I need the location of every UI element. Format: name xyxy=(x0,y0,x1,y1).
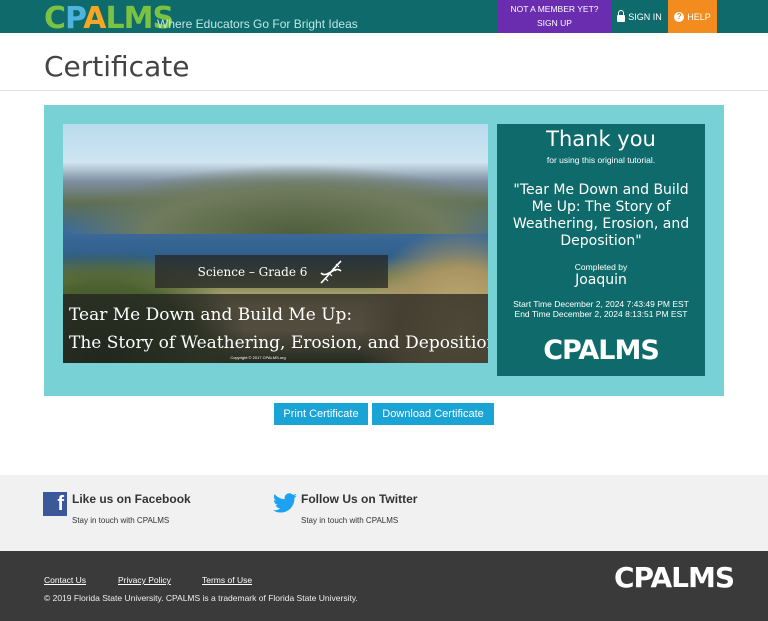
signup-label: SIGN UP xyxy=(537,18,572,28)
tutorial-title: "Tear Me Down and Build Me Up: The Story… xyxy=(512,182,690,249)
top-bar: CPALMS Where Educators Go For Bright Ide… xyxy=(0,0,768,36)
twitter-subtext: Stay in touch with CPALMS xyxy=(301,516,399,525)
twitter-icon[interactable] xyxy=(272,493,298,515)
completed-by-label: Completed by xyxy=(574,262,628,272)
cpalms-logo[interactable]: CPALMS xyxy=(44,0,174,38)
facebook-title[interactable]: Like us on Facebook xyxy=(72,492,191,506)
signin-button[interactable]: SIGN IN xyxy=(611,0,668,33)
footer-logo: CPALMS xyxy=(614,561,735,594)
facebook-icon[interactable]: f xyxy=(43,492,67,516)
image-title-line1: Tear Me Down and Build Me Up: xyxy=(69,305,353,325)
tutorial-image: Science – Grade 6 Tear Me Down and Build… xyxy=(63,124,488,363)
help-label: HELP xyxy=(687,11,711,22)
tagline: Where Educators Go For Bright Ideas xyxy=(157,17,358,31)
subject-banner: Science – Grade 6 xyxy=(155,255,388,288)
terms-of-use-link[interactable]: Terms of Use xyxy=(202,575,252,585)
print-certificate-button[interactable]: Print Certificate xyxy=(274,403,368,425)
certificate-panel: Thank you for using this original tutori… xyxy=(497,124,705,376)
member-prompt: NOT A MEMBER YET? xyxy=(510,4,599,14)
footer: Contact Us Privacy Policy Terms of Use ©… xyxy=(0,551,768,621)
privacy-policy-link[interactable]: Privacy Policy xyxy=(118,575,171,585)
download-certificate-button[interactable]: Download Certificate xyxy=(372,403,494,425)
image-title: Tear Me Down and Build Me Up: The Story … xyxy=(69,301,488,357)
facebook-subtext: Stay in touch with CPALMS xyxy=(72,516,170,525)
end-time: End Time December 2, 2024 8:13:51 PM EST xyxy=(514,309,688,319)
help-button[interactable]: ? HELP xyxy=(668,0,717,33)
student-name: Joaquin xyxy=(575,272,627,288)
social-section: f Like us on Facebook Stay in touch with… xyxy=(0,475,768,551)
copyright-text: © 2019 Florida State University. CPALMS … xyxy=(44,593,358,603)
lock-icon xyxy=(617,9,626,22)
subject-label: Science – Grade 6 xyxy=(197,264,308,279)
thank-you-subtext: for using this original tutorial. xyxy=(546,155,656,165)
question-icon: ? xyxy=(674,11,685,22)
signup-button[interactable]: NOT A MEMBER YET? SIGN UP xyxy=(498,0,611,33)
page-title: Certificate xyxy=(44,50,190,83)
image-title-line2: The Story of Weathering, Erosion, and De… xyxy=(69,333,488,353)
thank-you-heading: Thank you xyxy=(546,127,656,151)
certificate: Science – Grade 6 Tear Me Down and Build… xyxy=(44,105,724,396)
logo-text: CPALMS xyxy=(44,1,174,36)
contact-us-link[interactable]: Contact Us xyxy=(44,575,86,585)
certificate-logo: CPALMS xyxy=(543,335,660,366)
image-copyright: Copyright © 2017 CPALMS.org xyxy=(230,355,286,360)
divider xyxy=(0,90,768,91)
signin-label: SIGN IN xyxy=(628,11,662,22)
dna-icon xyxy=(320,259,342,284)
twitter-title[interactable]: Follow Us on Twitter xyxy=(301,492,417,506)
start-time: Start Time December 2, 2024 7:43:49 PM E… xyxy=(513,299,689,309)
time-info: Start Time December 2, 2024 7:43:49 PM E… xyxy=(497,299,705,319)
